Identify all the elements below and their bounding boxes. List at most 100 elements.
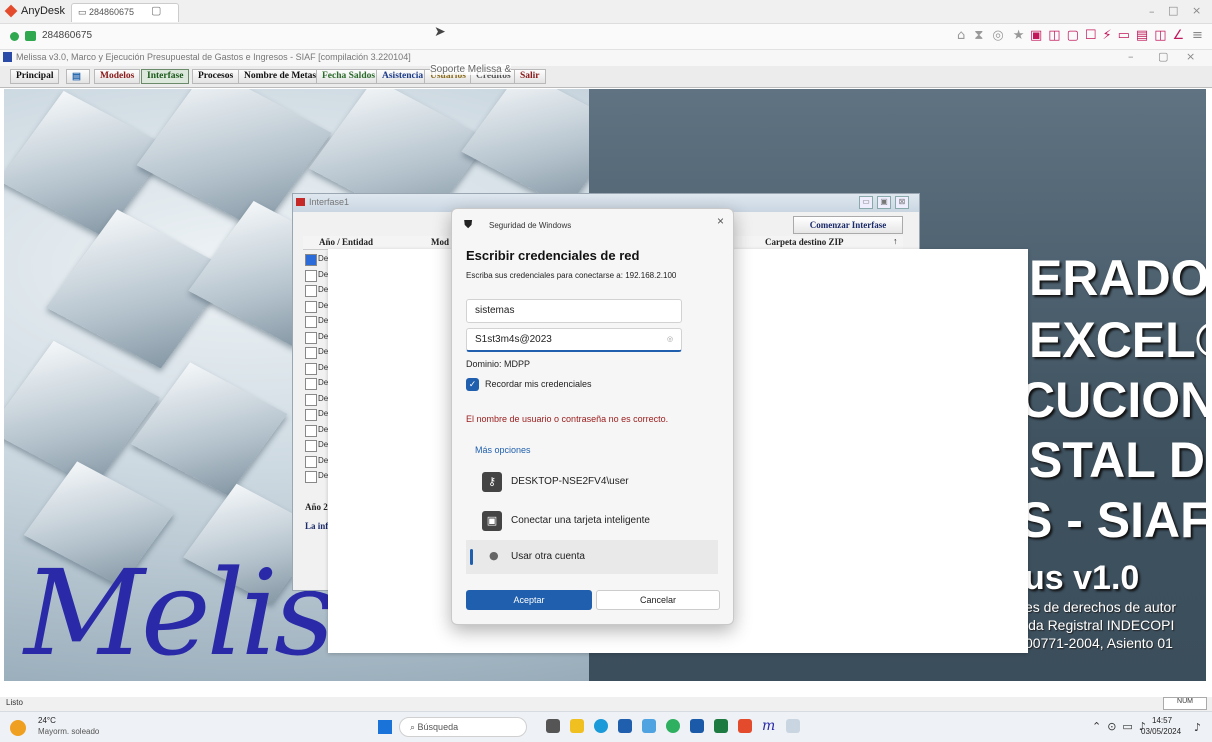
option-label: DESKTOP-NSE2FV4\user [511, 476, 629, 487]
menu-label: Nombre de Metas [244, 71, 317, 81]
menu-nombre-metas[interactable]: Nombre de Metas [238, 69, 323, 84]
row-checkbox[interactable] [305, 316, 317, 328]
smart-card-icon: ▣ [482, 511, 502, 531]
address-id[interactable]: 284860675 [42, 30, 92, 41]
inner-maximize-button[interactable]: ▣ [877, 196, 891, 209]
row-checkbox[interactable] [305, 285, 317, 297]
col-mod: Mod [431, 237, 449, 247]
menu-fecha-saldos[interactable]: Fecha Saldos [316, 69, 382, 84]
monitor-icon [25, 31, 36, 41]
new-tab-icon[interactable]: ▢ [151, 4, 161, 17]
menu-procesos[interactable]: Procesos [192, 69, 240, 84]
menu-interfase[interactable]: Interfase [141, 69, 190, 84]
overlay-hint: Soporte Melissa & [430, 64, 512, 75]
row-label: De [318, 362, 329, 372]
search-icon: ⌕ [410, 722, 418, 732]
anydesk-session-tab[interactable]: ▭ 284860675 [71, 3, 179, 22]
row-checkbox[interactable] [305, 300, 317, 313]
store-icon[interactable] [618, 719, 632, 733]
cursor-icon: ➤ [434, 24, 446, 40]
row-checkbox[interactable] [305, 362, 317, 375]
row-checkbox[interactable] [305, 347, 317, 359]
eye-icon[interactable]: ◎ [667, 335, 673, 343]
maximize-button[interactable]: □ [1168, 4, 1178, 17]
selected-indicator [470, 549, 473, 565]
file-explorer-icon[interactable] [570, 719, 584, 733]
row-checkbox[interactable] [305, 331, 317, 344]
col-zip: Carpeta destino ZIP [765, 237, 844, 247]
row-checkbox[interactable] [305, 440, 317, 452]
remote-restore-button[interactable]: ▢ [1158, 50, 1168, 63]
row-label: De [318, 285, 329, 294]
num-indicator: NUM [1163, 697, 1207, 710]
dialog-header: Seguridad de Windows [489, 221, 572, 230]
anydesk-app-name: AnyDesk [21, 5, 66, 17]
inner-minimize-button[interactable]: ▭ [859, 196, 873, 209]
windows-start-icon[interactable] [378, 720, 392, 734]
app-icon[interactable] [642, 719, 656, 733]
window-icon [296, 198, 305, 206]
tab-label: 284860675 [89, 7, 135, 17]
splash-line: EXCEL® [1029, 312, 1206, 368]
close-icon[interactable]: × [717, 214, 724, 228]
menu-icon[interactable]: ≡ [1192, 28, 1203, 43]
chrome-icon[interactable] [666, 719, 680, 733]
row-label: De [318, 316, 329, 325]
melissa-taskbar-icon[interactable]: m [762, 719, 776, 733]
status-bar: Listo NUM [0, 697, 1212, 711]
menu-salir[interactable]: Salir [514, 69, 546, 84]
anydesk-tab-bar: AnyDesk ▭ 284860675 ▢ – □ × [0, 0, 1212, 24]
row-checkbox[interactable] [305, 269, 317, 282]
option-smart-card[interactable]: ▣ Conectar una tarjeta inteligente [466, 504, 718, 538]
folder-icon[interactable]: ▤ [66, 69, 90, 84]
row-checkbox[interactable] [305, 455, 317, 468]
start-interfase-button[interactable]: Comenzar Interfase [793, 216, 903, 234]
weather-desc: Mayorm. soleado [38, 727, 100, 736]
remote-minimize-button[interactable]: – [1128, 50, 1134, 63]
inner-close-button[interactable]: ⊠ [895, 196, 909, 209]
remember-label: Recordar mis credenciales [485, 379, 592, 389]
close-button[interactable]: × [1192, 4, 1201, 17]
excel-icon[interactable] [714, 719, 728, 733]
interfase-title: Interfase1 [309, 197, 350, 207]
row-checkbox[interactable] [305, 409, 317, 421]
task-view-icon[interactable] [546, 719, 560, 733]
row-checkbox[interactable] [305, 254, 317, 266]
username-field[interactable]: sistemas [466, 299, 682, 323]
menu-asistencia[interactable]: Asistencia [376, 69, 430, 84]
connected-status-icon [10, 32, 19, 41]
notepad-icon[interactable] [786, 719, 800, 733]
anydesk-taskbar-icon[interactable] [738, 719, 752, 733]
password-field[interactable]: S1st3m4s@2023 ◎ [466, 328, 682, 352]
weather-icon[interactable] [10, 720, 26, 736]
app-icon[interactable] [690, 719, 704, 733]
row-checkbox[interactable] [305, 378, 317, 390]
option-other-account[interactable]: ● Usar otra cuenta [466, 540, 718, 574]
row-checkbox[interactable] [305, 393, 317, 406]
row-checkbox[interactable] [305, 471, 317, 483]
key-icon: ⚷ [482, 472, 502, 492]
notification-bell-icon[interactable]: ♪ [1194, 721, 1201, 734]
password-value: S1st3m4s@2023 [475, 334, 552, 345]
taskbar-search[interactable]: ⌕ Búsqueda [399, 717, 527, 737]
anydesk-logo-icon [4, 4, 18, 18]
row-checkbox[interactable] [305, 424, 317, 437]
row-label: De [318, 440, 329, 449]
toolbar-icons-pink[interactable]: ▣◫▢☐⚡▭▤◫∠ [1030, 28, 1190, 43]
menu-principal[interactable]: Principal [10, 69, 60, 84]
toolbar-icons-grey[interactable]: ⌂⧗◎★ [957, 28, 1033, 43]
option-desktop-user[interactable]: ⚷ DESKTOP-NSE2FV4\user [466, 465, 718, 499]
cancel-button[interactable]: Cancelar [596, 590, 720, 610]
edge-icon[interactable] [594, 719, 608, 733]
more-options-link[interactable]: Más opciones [475, 445, 531, 455]
splash-version: us v1.0 [1024, 559, 1140, 597]
sort-arrow-icon[interactable]: ↑ [893, 236, 898, 246]
accept-button[interactable]: Aceptar [466, 590, 592, 610]
melissa-script-logo: Melis [24, 544, 335, 681]
minimize-button[interactable]: – [1149, 5, 1155, 18]
anydesk-address-bar: 284860675 ⌂⧗◎★ ▣◫▢☐⚡▭▤◫∠ ≡ [0, 24, 1212, 50]
remember-checkbox[interactable]: ✓ [466, 378, 479, 391]
menu-modelos[interactable]: Modelos [94, 69, 141, 84]
dialog-subtitle: Escriba sus credenciales para conectarse… [466, 271, 677, 280]
remote-close-button[interactable]: × [1186, 50, 1195, 63]
